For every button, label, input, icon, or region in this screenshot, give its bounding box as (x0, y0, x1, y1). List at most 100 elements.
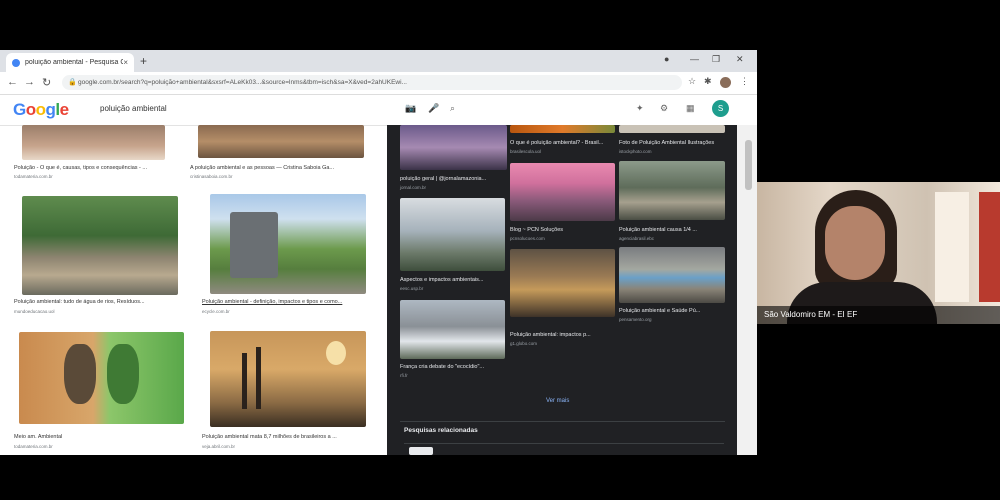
sun-glow-shape (326, 341, 346, 365)
related-searches-heading: Pesquisas relacionadas (404, 427, 478, 434)
minimize-icon[interactable]: — (690, 54, 699, 64)
result-caption-2[interactable]: A poluição ambiental e as pessoas — Cris… (190, 165, 370, 171)
left-lung-shape (64, 344, 96, 404)
panel-source-1: brasilescola.uol (510, 149, 542, 154)
result-caption-1[interactable]: Poluição - O que é, causas, tipos e cons… (14, 165, 174, 171)
panel-image-5[interactable] (619, 161, 725, 220)
new-tab-button[interactable]: + (140, 54, 147, 68)
panel-image-7[interactable] (510, 249, 615, 317)
participant-name: São Valdomiro EM - EI EF (757, 306, 1000, 324)
profile-dot-icon[interactable]: ● (664, 54, 669, 64)
panel-image-8[interactable] (619, 247, 725, 303)
window-close-icon[interactable]: ✕ (736, 54, 744, 65)
window-curtain-shape (935, 192, 969, 302)
panel-source-7: g1.globo.com (510, 341, 538, 346)
search-input[interactable]: poluição ambiental (100, 104, 167, 113)
panel-caption-9[interactable]: França cria debate do "ecocídio"... (400, 364, 510, 370)
extension-icon[interactable]: ✱ (704, 76, 712, 87)
result-caption-6[interactable]: Poluição ambiental mata 8,7 milhões de b… (202, 434, 374, 440)
labs-icon[interactable]: ✦ (636, 103, 644, 114)
result-source-6: veja.abril.com.br (202, 444, 236, 449)
settings-gear-icon[interactable]: ⚙ (660, 103, 668, 114)
result-source-3: mundoeducacao.uol (14, 309, 55, 314)
tab-title: poluição ambiental - Pesquisa G (25, 59, 124, 66)
panel-image-6[interactable] (400, 198, 505, 271)
panel-image-9[interactable] (400, 300, 505, 359)
divider (404, 443, 724, 444)
scrollbar-thumb[interactable] (745, 140, 752, 190)
google-logo-letter: o (35, 100, 46, 119)
result-image-6[interactable] (210, 331, 366, 427)
red-object-shape (979, 192, 1000, 302)
search-icon[interactable]: ⌕ (450, 103, 455, 114)
chimney-shape (242, 353, 247, 409)
see-more-link[interactable]: Ver mais (546, 398, 569, 404)
result-image-3[interactable] (22, 196, 178, 295)
result-image-1[interactable] (22, 125, 165, 160)
panel-caption-3[interactable]: poluição geral | @jornalamazonia... (400, 176, 510, 182)
panel-image-4[interactable] (510, 163, 615, 221)
profile-avatar[interactable] (720, 77, 731, 88)
panel-source-5: agenciabrasil.ebc (619, 236, 655, 241)
panel-source-9: rfi.fr (400, 373, 408, 378)
video-participant-tile: São Valdomiro EM - EI EF (757, 182, 1000, 324)
address-bar[interactable]: 🔒 google.com.br/search?q=poluição+ambien… (62, 75, 682, 90)
panel-caption-5[interactable]: Poluição ambiental causa 1/4 ... (619, 227, 725, 233)
panel-caption-4[interactable]: Blog ~ PCN Soluções (510, 227, 615, 233)
reload-icon[interactable]: ↻ (42, 76, 51, 89)
tab-search[interactable]: poluição ambiental - Pesquisa G × (6, 53, 134, 72)
mic-icon[interactable]: 🎤 (428, 103, 439, 114)
result-caption-5[interactable]: Meio am. Ambiental (14, 434, 184, 440)
browser-toolbar: ← → ↻ 🔒 google.com.br/search?q=poluição+… (0, 72, 757, 95)
tab-strip: poluição ambiental - Pesquisa G × + ● — … (0, 50, 757, 72)
google-header: Google poluição ambiental 📷 🎤 ⌕ ✦ ⚙ ▦ S (0, 95, 757, 126)
apps-grid-icon[interactable]: ▦ (686, 103, 695, 114)
forward-icon[interactable]: → (24, 76, 35, 88)
panel-image-1[interactable] (510, 125, 615, 133)
divider (400, 421, 725, 422)
result-image-5[interactable] (19, 332, 184, 424)
panel-image-3[interactable] (400, 125, 507, 170)
result-caption-4[interactable]: Poluição ambiental - definição, impactos… (202, 299, 372, 305)
panel-caption-6[interactable]: Aspectos e impactos ambientais... (400, 277, 510, 283)
result-image-4[interactable] (210, 194, 366, 294)
panel-image-2[interactable] (619, 125, 725, 133)
panel-source-2: istockphoto.com (619, 149, 652, 154)
google-logo-letters: Google (13, 100, 69, 119)
trash-bin-shape (230, 212, 278, 278)
image-preview-panel: poluição geral | @jornalamazonia... jorn… (387, 125, 737, 455)
panel-caption-2[interactable]: Foto de Poluição Ambiental Ilustrações (619, 140, 725, 146)
result-source-1: todamateria.com.br (14, 174, 53, 179)
camera-icon[interactable]: 📷 (405, 103, 416, 114)
google-logo-letter: G (13, 100, 26, 119)
browser-menu-icon[interactable]: ⋮ (740, 76, 749, 87)
panel-source-3: jornal.com.br (400, 185, 427, 190)
lock-icon: 🔒 (68, 79, 77, 86)
result-image-2[interactable] (198, 125, 364, 158)
google-logo-letter: e (59, 100, 69, 119)
result-source-2: cristinasaboia.com.br (190, 174, 233, 179)
maximize-icon[interactable]: ❐ (712, 54, 720, 65)
back-icon[interactable]: ← (7, 76, 18, 88)
result-source-4: ecycle.com.br (202, 309, 230, 314)
google-logo[interactable]: Google (13, 100, 69, 120)
panel-source-4: pcnsolucoes.com (510, 236, 545, 241)
bookmark-star-icon[interactable]: ☆ (688, 76, 696, 87)
right-lung-shape (107, 344, 139, 404)
panel-caption-8[interactable]: Poluição ambiental e Saúde Pú... (619, 308, 725, 314)
related-thumb[interactable] (409, 447, 433, 455)
panel-caption-1[interactable]: O que é poluição ambiental? - Brasil... (510, 140, 615, 146)
google-logo-letter: o (25, 100, 36, 119)
address-text: google.com.br/search?q=poluição+ambienta… (78, 79, 407, 86)
account-avatar[interactable]: S (712, 100, 729, 117)
google-favicon-icon (12, 58, 20, 67)
result-source-5: todamateria.com.br (14, 444, 53, 449)
google-logo-letter: g (45, 100, 56, 119)
result-caption-3[interactable]: Poluição ambiental: tudo de água de rios… (14, 299, 184, 305)
panel-source-6: eesc.usp.br (400, 286, 424, 291)
panel-caption-7[interactable]: Poluição ambiental: impactos p... (510, 332, 615, 338)
face-shape (825, 206, 885, 280)
panel-source-8: pensamento.org (619, 317, 652, 322)
tab-close-icon[interactable]: × (123, 58, 128, 67)
chimney-shape (256, 347, 261, 409)
